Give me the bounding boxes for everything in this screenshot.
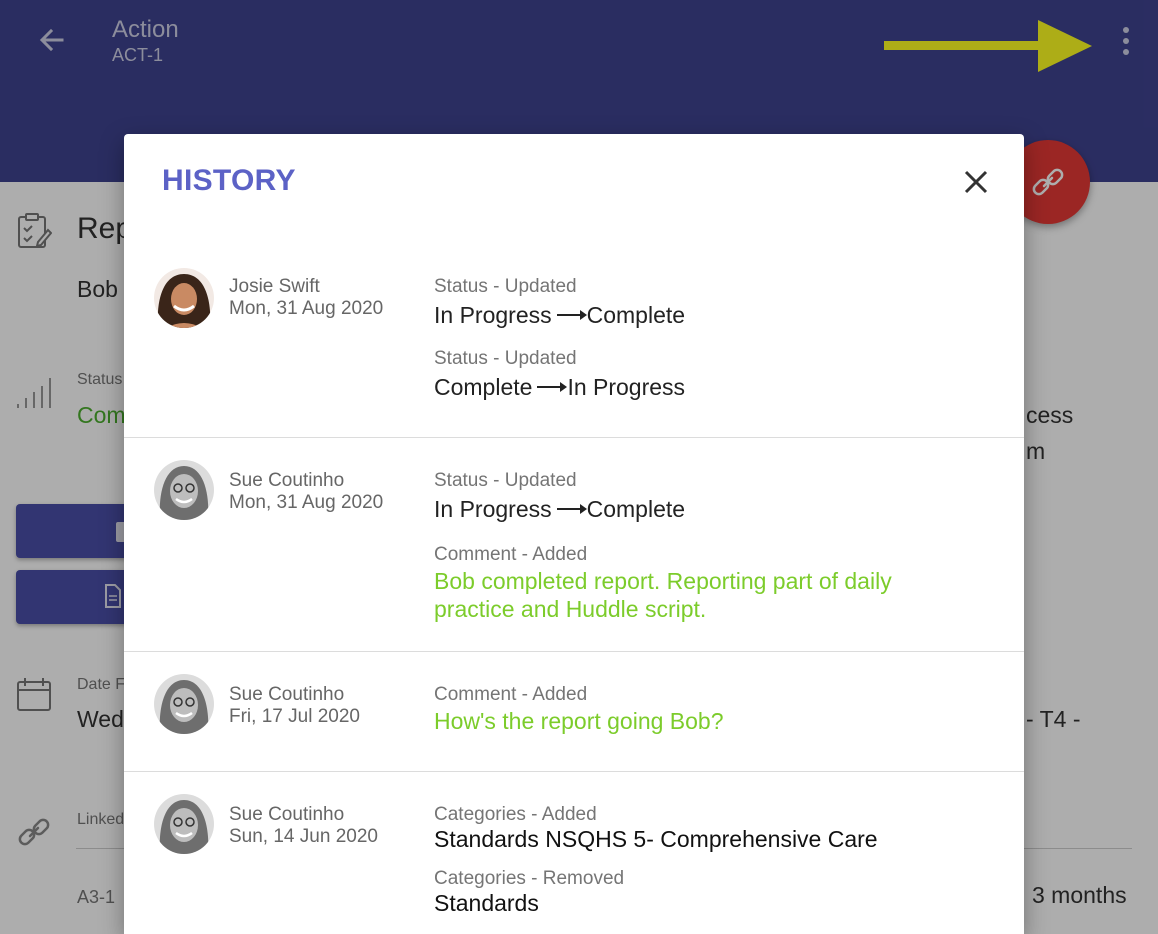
- change-label: Status - Updated: [434, 348, 577, 369]
- right-arrow-icon: [556, 309, 587, 320]
- close-icon: [964, 170, 988, 194]
- user-name: Sue Coutinho: [229, 470, 345, 491]
- user-name: Josie Swift: [229, 276, 320, 297]
- status-change: In Progress Complete: [434, 496, 685, 523]
- change-label: Categories - Removed: [434, 868, 625, 889]
- status-from: Complete: [434, 374, 533, 400]
- avatar: [154, 674, 214, 734]
- change-label: Status - Updated: [434, 276, 577, 297]
- status-from: In Progress: [434, 496, 552, 522]
- user-photo-icon: [154, 268, 214, 328]
- change-label: Categories - Added: [434, 804, 597, 825]
- status-to: In Progress: [567, 374, 686, 400]
- history-entry: Josie Swift Mon, 31 Aug 2020 Status - Up…: [124, 244, 1024, 438]
- user-photo-icon: [154, 674, 214, 734]
- right-arrow-icon: [556, 503, 587, 514]
- history-entry: Sue Coutinho Fri, 17 Jul 2020 Comment - …: [124, 652, 1024, 772]
- user-name: Sue Coutinho: [229, 684, 345, 705]
- history-dialog: HISTORY Josie Swift Mon, 31 Aug 2020 Sta…: [124, 134, 1024, 934]
- close-button[interactable]: [960, 166, 992, 198]
- user-photo-icon: [154, 460, 214, 520]
- avatar: [154, 460, 214, 520]
- dialog-title: HISTORY: [162, 164, 296, 197]
- status-change: In Progress Complete: [434, 302, 685, 329]
- change-label: Comment - Added: [434, 684, 588, 705]
- entry-date: Fri, 17 Jul 2020: [229, 706, 360, 727]
- entry-date: Mon, 31 Aug 2020: [229, 492, 384, 513]
- user-photo-icon: [154, 794, 214, 854]
- comment-text: Bob completed report. Reporting part of …: [434, 568, 892, 622]
- category-text: Standards: [434, 890, 539, 916]
- status-to: Complete: [586, 302, 686, 328]
- history-entry: Sue Coutinho Mon, 31 Aug 2020 Status - U…: [124, 438, 1024, 652]
- right-arrow-icon: [537, 381, 568, 392]
- change-label: Status - Updated: [434, 470, 577, 491]
- change-label: Comment - Added: [434, 544, 588, 565]
- avatar: [154, 268, 214, 328]
- avatar: [154, 794, 214, 854]
- status-change: Complete In Progress: [434, 374, 685, 401]
- comment-text: How's the report going Bob?: [434, 708, 724, 734]
- status-to: Complete: [586, 496, 686, 522]
- user-name: Sue Coutinho: [229, 804, 345, 825]
- entry-date: Mon, 31 Aug 2020: [229, 298, 384, 319]
- entry-date: Sun, 14 Jun 2020: [229, 826, 378, 847]
- category-text: Standards NSQHS 5- Comprehensive Care: [434, 826, 878, 852]
- history-entry: Sue Coutinho Sun, 14 Jun 2020 Categories…: [124, 772, 1024, 934]
- status-from: In Progress: [434, 302, 552, 328]
